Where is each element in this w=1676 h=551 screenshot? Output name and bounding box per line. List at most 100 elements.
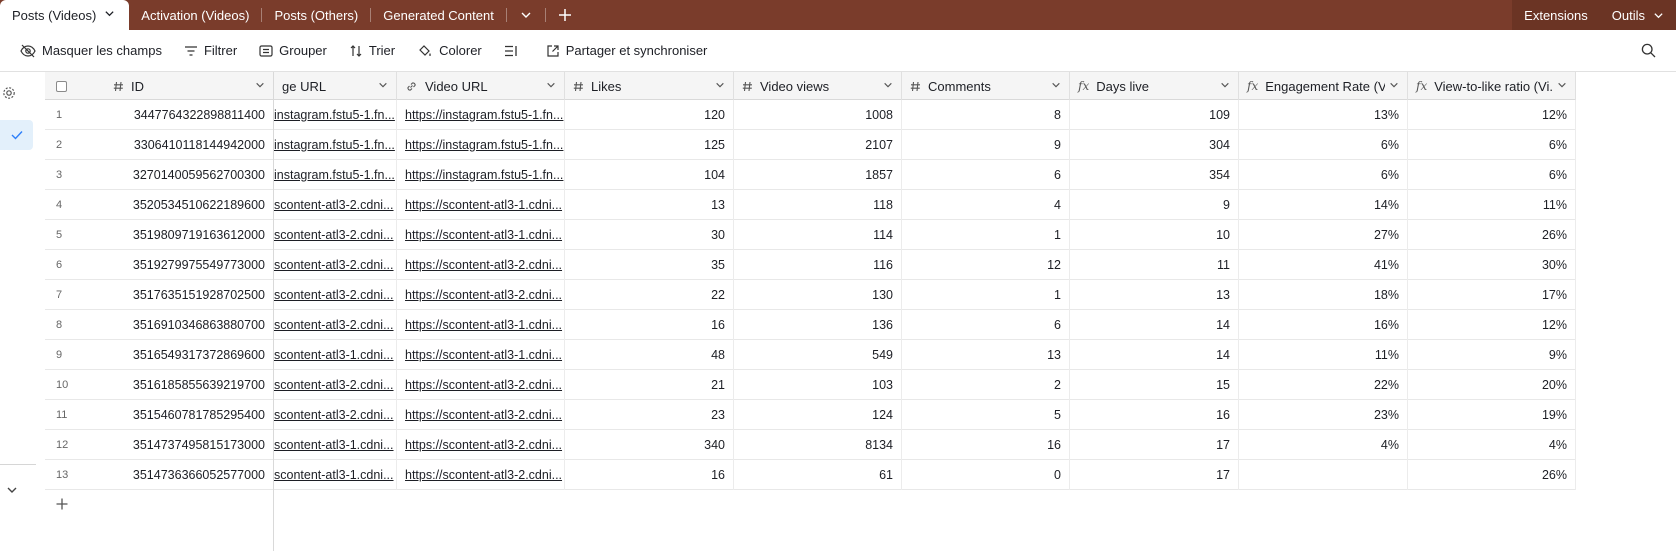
chevron-down-icon[interactable] (378, 80, 388, 93)
cell-likes[interactable]: 21 (565, 370, 734, 400)
sort-button[interactable]: Trier (349, 43, 395, 58)
cell-image-url[interactable]: scontent-atl3-2.cdni... (274, 220, 397, 250)
cell-engagement[interactable]: 4% (1239, 430, 1408, 460)
cell-vtl[interactable]: 30% (1408, 250, 1576, 280)
cell-likes[interactable]: 125 (565, 130, 734, 160)
table-row[interactable]: 9 3516549317372869600 scontent-atl3-1.cdni… (45, 340, 1576, 370)
cell-comments[interactable]: 5 (902, 400, 1070, 430)
cell-views[interactable]: 116 (734, 250, 902, 280)
cell-days[interactable]: 17 (1070, 460, 1239, 490)
cell-video-url[interactable]: https://scontent-atl3-2.cdni... (397, 280, 565, 310)
cell-vtl[interactable]: 20% (1408, 370, 1576, 400)
row-number[interactable]: 2 (45, 130, 105, 160)
chevron-down-icon[interactable] (1220, 80, 1230, 93)
table-row[interactable]: 7 3517635151928702500 scontent-atl3-2.cdni… (45, 280, 1576, 310)
table-row[interactable]: 3 3270140059562700300 instagram.fstu5-1.fn… (45, 160, 1576, 190)
cell-image-url[interactable]: scontent-atl3-1.cdni... (274, 340, 397, 370)
cell-comments[interactable]: 8 (902, 100, 1070, 130)
column-header-comments[interactable]: Comments (902, 72, 1070, 100)
cell-id[interactable]: 3514737495815173000 (105, 430, 274, 460)
table-row[interactable]: 2 3306410118144942000 instagram.fstu5-1.fn… (45, 130, 1576, 160)
cell-engagement[interactable]: 6% (1239, 130, 1408, 160)
row-number[interactable]: 10 (45, 370, 105, 400)
table-row[interactable]: 12 3514737495815173000 scontent-atl3-1.cdn… (45, 430, 1576, 460)
cell-comments[interactable]: 4 (902, 190, 1070, 220)
cell-vtl[interactable]: 19% (1408, 400, 1576, 430)
cell-engagement[interactable]: 14% (1239, 190, 1408, 220)
tab-activation-videos[interactable]: Activation (Videos) (129, 0, 261, 30)
cell-engagement[interactable] (1239, 460, 1408, 490)
cell-views[interactable]: 61 (734, 460, 902, 490)
row-number[interactable]: 1 (45, 100, 105, 130)
add-record-button[interactable] (45, 490, 273, 518)
cell-id[interactable]: 3520534510622189600 (105, 190, 274, 220)
row-number[interactable]: 12 (45, 430, 105, 460)
cell-image-url[interactable]: scontent-atl3-2.cdni... (274, 400, 397, 430)
cell-days[interactable]: 14 (1070, 340, 1239, 370)
more-tables-chevron-icon[interactable] (507, 0, 545, 30)
row-number[interactable]: 13 (45, 460, 105, 490)
cell-comments[interactable]: 6 (902, 160, 1070, 190)
active-view-check-icon[interactable] (0, 120, 33, 150)
cell-days[interactable]: 109 (1070, 100, 1239, 130)
cell-engagement[interactable]: 23% (1239, 400, 1408, 430)
cell-video-url[interactable]: https://scontent-atl3-2.cdni... (397, 430, 565, 460)
cell-views[interactable]: 124 (734, 400, 902, 430)
cell-id[interactable]: 3519279975549773000 (105, 250, 274, 280)
tools-button[interactable]: Outils (1600, 0, 1676, 30)
hide-fields-button[interactable]: Masquer les champs (20, 43, 162, 58)
table-row[interactable]: 1 3447764322898811400 instagram.fstu5-1.fn… (45, 100, 1576, 130)
cell-vtl[interactable]: 4% (1408, 430, 1576, 460)
cell-vtl[interactable]: 12% (1408, 310, 1576, 340)
cell-vtl[interactable]: 6% (1408, 130, 1576, 160)
extensions-button[interactable]: Extensions (1512, 0, 1600, 30)
cell-image-url[interactable]: scontent-atl3-1.cdni... (274, 460, 397, 490)
cell-engagement[interactable]: 41% (1239, 250, 1408, 280)
cell-likes[interactable]: 22 (565, 280, 734, 310)
cell-comments[interactable]: 13 (902, 340, 1070, 370)
cell-comments[interactable]: 1 (902, 280, 1070, 310)
expand-chevron-icon[interactable] (6, 484, 18, 499)
cell-id[interactable]: 3515460781785295400 (105, 400, 274, 430)
row-number[interactable]: 5 (45, 220, 105, 250)
cell-likes[interactable]: 48 (565, 340, 734, 370)
cell-likes[interactable]: 23 (565, 400, 734, 430)
add-table-plus-icon[interactable] (546, 0, 584, 30)
cell-vtl[interactable]: 26% (1408, 460, 1576, 490)
cell-video-url[interactable]: https://scontent-atl3-2.cdni... (397, 370, 565, 400)
cell-video-url[interactable]: https://scontent-atl3-1.cdni... (397, 190, 565, 220)
column-header-image-url[interactable]: ge URL (274, 72, 397, 100)
cell-views[interactable]: 114 (734, 220, 902, 250)
chevron-down-icon[interactable] (1051, 80, 1061, 93)
cell-video-url[interactable]: https://scontent-atl3-1.cdni... (397, 340, 565, 370)
column-header-id[interactable]: ID (105, 72, 274, 100)
column-header-vtl[interactable]: fx View-to-like ratio (Vi... (1408, 72, 1576, 100)
cell-id[interactable]: 3514736366052577000 (105, 460, 274, 490)
chevron-down-icon[interactable] (715, 80, 725, 93)
cell-vtl[interactable]: 17% (1408, 280, 1576, 310)
chevron-down-icon[interactable] (104, 8, 115, 22)
cell-vtl[interactable]: 11% (1408, 190, 1576, 220)
cell-likes[interactable]: 30 (565, 220, 734, 250)
cell-image-url[interactable]: instagram.fstu5-1.fn... (274, 130, 397, 160)
cell-engagement[interactable]: 13% (1239, 100, 1408, 130)
chevron-down-icon[interactable] (255, 80, 265, 93)
table-row[interactable]: 6 3519279975549773000 scontent-atl3-2.cdni… (45, 250, 1576, 280)
cell-vtl[interactable]: 12% (1408, 100, 1576, 130)
cell-vtl[interactable]: 6% (1408, 160, 1576, 190)
chevron-down-icon[interactable] (546, 80, 556, 93)
cell-views[interactable]: 2107 (734, 130, 902, 160)
cell-days[interactable]: 9 (1070, 190, 1239, 220)
table-row[interactable]: 10 3516185855639219700 scontent-atl3-2.cdn… (45, 370, 1576, 400)
cell-comments[interactable]: 2 (902, 370, 1070, 400)
cell-id[interactable]: 3516549317372869600 (105, 340, 274, 370)
chevron-down-icon[interactable] (1389, 80, 1399, 93)
checkbox[interactable] (56, 80, 67, 92)
search-icon[interactable] (1641, 43, 1656, 61)
cell-image-url[interactable]: instagram.fstu5-1.fn... (274, 100, 397, 130)
column-header-video-url[interactable]: Video URL (397, 72, 565, 100)
select-all-checkbox[interactable] (45, 72, 105, 100)
cell-views[interactable]: 1008 (734, 100, 902, 130)
cell-views[interactable]: 130 (734, 280, 902, 310)
cell-days[interactable]: 16 (1070, 400, 1239, 430)
